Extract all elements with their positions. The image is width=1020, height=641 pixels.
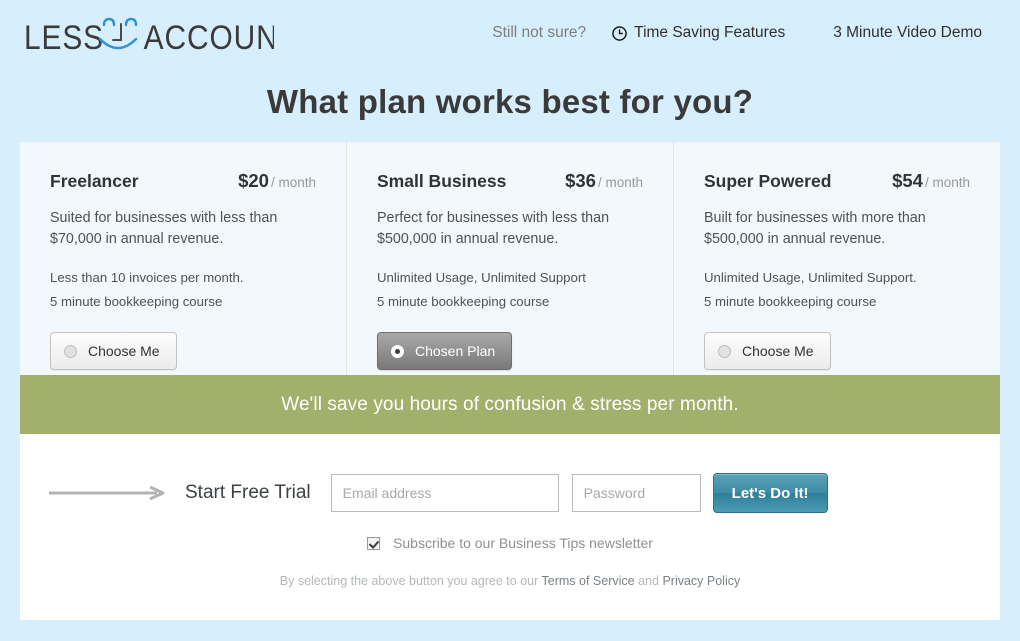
signup-section: Start Free Trial Let's Do It! Subscribe … — [20, 434, 1000, 620]
plan-header: Freelancer $20/ month — [50, 170, 318, 192]
plan-feature-2: 5 minute bookkeeping course — [377, 294, 550, 309]
radio-icon — [718, 344, 731, 358]
plan-price-group: $36/ month — [565, 170, 643, 192]
still-not-sure-label: Still not sure? — [492, 24, 587, 41]
plan-header: Super Powered $54/ month — [704, 170, 972, 192]
submit-button[interactable]: Let's Do It! — [712, 473, 828, 513]
clock-icon — [612, 25, 627, 41]
choose-plan-button-label: Choose Me — [742, 343, 814, 359]
plan-price-group: $20/ month — [238, 170, 316, 192]
nav-video-demo[interactable]: 3 Minute Video Demo — [833, 24, 982, 42]
plan-price: $20 — [238, 170, 269, 191]
plan-feature-2: 5 minute bookkeeping course — [704, 294, 877, 309]
plan-name: Freelancer — [50, 171, 139, 191]
plan-price-period: / month — [597, 175, 643, 190]
plan-description: Suited for businesses with less than $70… — [50, 210, 278, 247]
plan-price-period: / month — [270, 175, 316, 190]
legal-and: and — [634, 574, 663, 588]
plan-price-period: / month — [924, 175, 970, 190]
plan-price: $54 — [892, 170, 923, 191]
value-proposition-text: We'll save you hours of confusion & stre… — [281, 393, 739, 415]
svg-text:ACCOUNTING: ACCOUNTING — [144, 18, 274, 56]
plan-name: Small Business — [377, 171, 507, 191]
start-free-trial-label: Start Free Trial — [185, 482, 311, 503]
radio-selected-icon — [391, 344, 404, 358]
logo-mark: LESS ACCOUNTING — [24, 17, 274, 56]
plan-feature-2: 5 minute bookkeeping course — [50, 294, 223, 309]
plan-column-freelancer: Freelancer $20/ month Suited for busines… — [20, 142, 346, 375]
plan-price: $36 — [565, 170, 596, 191]
value-proposition-banner: We'll save you hours of confusion & stre… — [20, 375, 1000, 434]
header-nav: Still not sure? Time Saving Features 3 M… — [492, 24, 982, 42]
nav-time-saving-features[interactable]: Time Saving Features — [612, 24, 785, 42]
chosen-plan-button-small-business[interactable]: Chosen Plan — [377, 332, 513, 370]
choose-plan-button-label: Choose Me — [88, 343, 160, 359]
plan-price-group: $54/ month — [892, 170, 970, 192]
smiley-nose-icon — [112, 23, 122, 41]
plan-name: Super Powered — [704, 171, 832, 191]
plan-header: Small Business $36/ month — [377, 170, 645, 192]
choose-plan-button-super-powered[interactable]: Choose Me — [704, 332, 831, 370]
radio-icon — [64, 344, 77, 358]
smiley-face-icon — [98, 17, 138, 50]
plan-column-super-powered: Super Powered $54/ month Built for busin… — [673, 142, 1000, 375]
signup-form-row: Start Free Trial Let's Do It! — [20, 473, 1000, 513]
svg-text:LESS: LESS — [24, 18, 104, 56]
subscribe-row: Subscribe to our Business Tips newslette… — [20, 535, 1000, 551]
chosen-plan-button-label: Chosen Plan — [415, 343, 496, 359]
nav-video-demo-label: 3 Minute Video Demo — [833, 24, 982, 41]
page-title: What plan works best for you? — [266, 83, 754, 120]
site-logo[interactable]: LESS ACCOUNTING — [24, 14, 274, 62]
plan-column-small-business: Small Business $36/ month Perfect for bu… — [346, 142, 673, 375]
nav-time-saving-label: Time Saving Features — [634, 24, 786, 41]
legal-text: By selecting the above button you agree … — [20, 574, 1000, 588]
legal-prefix: By selecting the above button you agree … — [279, 574, 542, 588]
pricing-plans-card: Freelancer $20/ month Suited for busines… — [20, 142, 1000, 375]
plan-description: Built for businesses with more than $500… — [704, 210, 926, 247]
plan-feature-1: Unlimited Usage, Unlimited Support — [377, 270, 586, 285]
plan-feature-1: Unlimited Usage, Unlimited Support. — [704, 270, 917, 285]
plan-description: Perfect for businesses with less than $5… — [377, 210, 610, 247]
password-input[interactable] — [571, 474, 701, 512]
choose-plan-button-freelancer[interactable]: Choose Me — [50, 332, 177, 370]
privacy-policy-link[interactable]: Privacy Policy — [662, 574, 740, 588]
plan-feature-1: Less than 10 invoices per month. — [50, 270, 244, 285]
subscribe-checkbox[interactable] — [367, 536, 381, 550]
arrow-right-icon — [49, 485, 167, 501]
terms-of-service-link[interactable]: Terms of Service — [542, 574, 635, 588]
page-header: LESS ACCOUNTING Still not sure? Time Sav… — [0, 0, 1020, 142]
subscribe-label: Subscribe to our Business Tips newslette… — [393, 535, 653, 551]
email-input[interactable] — [330, 474, 559, 512]
